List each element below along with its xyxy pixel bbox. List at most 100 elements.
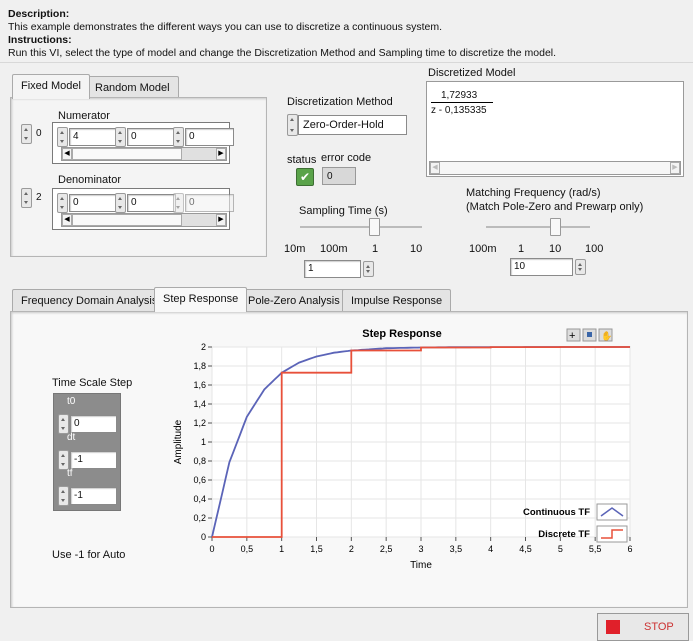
y-tick-label: 1,4 (193, 399, 206, 409)
magnifier-icon (587, 332, 592, 337)
matching-frequency-input[interactable]: 10 (509, 258, 586, 276)
denominator-index[interactable]: 2 (21, 188, 46, 208)
matching-frequency-slider-thumb[interactable] (550, 218, 561, 236)
numerator-array: 4 0 0 ◀ ▶ (52, 122, 234, 164)
tab-impulse-response[interactable]: Impulse Response (342, 289, 452, 312)
x-tick-label: 1,5 (310, 544, 323, 554)
stop-button[interactable]: STOP (597, 613, 689, 641)
crosshair-icon: + (569, 330, 575, 342)
t0-label: t0 (67, 396, 76, 407)
error-code-label: error code (321, 152, 372, 164)
tab-random-model[interactable]: Random Model (86, 76, 179, 99)
description-block: Description: This example demonstrates t… (8, 8, 688, 60)
description-label: Description (8, 8, 66, 20)
numerator-scrollbar[interactable]: ◀ ▶ (61, 147, 227, 161)
mf-tick-1: 1 (518, 243, 525, 255)
graph-palette[interactable]: + ✋ (566, 328, 613, 342)
chart-title: Step Response (362, 328, 441, 340)
y-tick-label: 1,6 (193, 380, 206, 390)
matching-frequency-label: Matching Frequency (rad/s) (466, 187, 601, 199)
discretization-method-ring[interactable]: Zero-Order-Hold (287, 114, 407, 136)
tab-step-response[interactable]: Step Response (154, 287, 248, 312)
t0-input[interactable]: 0 (58, 414, 117, 434)
denominator-label: Denominator (58, 174, 121, 186)
status-check-icon: ✔ (296, 168, 314, 186)
mf-tick-2: 10 (549, 243, 562, 255)
description-text: This example demonstrates the different … (8, 21, 443, 33)
sampling-time-label: Sampling Time (s) (299, 205, 388, 217)
x-tick-label: 3 (418, 544, 423, 554)
legend-continuous-label: Continuous TF (523, 507, 590, 518)
numerator-index[interactable]: 0 (21, 124, 46, 144)
y-tick-label: 1 (201, 437, 206, 447)
x-tick-label: 4 (488, 544, 493, 554)
x-tick-label: 0 (209, 544, 214, 554)
y-tick-label: 0,8 (193, 456, 206, 466)
sampling-time-track[interactable] (300, 226, 422, 228)
step-response-chart: Step Response + ✋ 0 0,2 0,4 0,6 0,8 1 1,2 1,4 1,… (173, 328, 633, 571)
sampling-time-slider-thumb[interactable] (369, 218, 380, 236)
instructions-text: Run this VI, select the type of model an… (8, 47, 557, 59)
numerator-element-0[interactable]: 4 (57, 127, 118, 147)
x-tick-label: 4,5 (519, 544, 532, 554)
index-stepper-icon[interactable] (21, 188, 32, 208)
y-tick-label: 1,8 (193, 361, 206, 371)
st-tick-2: 1 (372, 243, 379, 255)
y-axis-label: Amplitude (173, 419, 184, 464)
numerator-element-1[interactable]: 0 (115, 127, 176, 147)
fraction-line (431, 102, 493, 103)
x-tick-label: 1 (279, 544, 284, 554)
tab-fixed-model[interactable]: Fixed Model (12, 74, 90, 99)
x-tick-label: 5 (558, 544, 563, 554)
x-tick-label: 0,5 (241, 544, 254, 554)
tab-pole-zero-analysis[interactable]: Pole-Zero Analysis (239, 289, 349, 312)
numerator-element-2[interactable]: 0 (173, 127, 234, 147)
y-tick-label: 0 (201, 532, 206, 542)
x-tick-label: 2,5 (380, 544, 393, 554)
matching-frequency-sublabel: (Match Pole-Zero and Prewarp only) (466, 201, 644, 213)
st-tick-3: 10 (410, 243, 423, 255)
st-tick-1: 100m (320, 243, 348, 255)
denominator-scrollbar[interactable]: ◀ ▶ (61, 213, 227, 227)
legend-continuous-swatch (596, 503, 628, 521)
matching-frequency-track[interactable] (486, 226, 590, 228)
mf-tick-3: 100 (585, 243, 604, 255)
discretized-model-label: Discretized Model (428, 67, 516, 79)
y-tick-labels: 0 0,2 0,4 0,6 0,8 1 1,2 1,4 1,6 1,8 2 (193, 342, 212, 542)
dt-label: dt (67, 432, 76, 443)
tf-numerator: 1,72933 (441, 90, 478, 101)
status-label: status (287, 154, 317, 166)
time-scale-cluster: t0 0 dt -1 tf -1 (53, 393, 121, 511)
x-axis-label: Time (410, 560, 432, 571)
tf-input[interactable]: -1 (58, 486, 117, 506)
discretization-method-label: Discretization Method (287, 96, 393, 108)
tf-scrollbar[interactable]: ◀ ▶ (429, 161, 681, 175)
tab-frequency-domain-analysis[interactable]: Frequency Domain Analysis (12, 289, 167, 312)
dt-input[interactable]: -1 (58, 450, 117, 470)
denominator-array: 0 0 0 ◀ ▶ (52, 188, 234, 230)
y-tick-label: 0,2 (193, 513, 206, 523)
model-panel (10, 97, 267, 257)
y-tick-label: 2 (201, 342, 206, 352)
x-tick-label: 2 (349, 544, 354, 554)
error-code-value: 0 (322, 167, 356, 185)
denominator-element-1[interactable]: 0 (115, 193, 176, 213)
mf-tick-0: 100m (469, 243, 497, 255)
x-tick-label: 3,5 (450, 544, 463, 554)
index-stepper-icon[interactable] (21, 124, 32, 144)
numerator-label: Numerator (58, 110, 110, 122)
y-tick-label: 0,6 (193, 475, 206, 485)
sampling-time-input[interactable]: 1 (303, 260, 374, 278)
x-tick-label: 5,5 (589, 544, 602, 554)
auto-note: Use -1 for Auto (52, 549, 126, 561)
y-tick-label: 0,4 (193, 494, 206, 504)
instructions-label: Instructions (8, 34, 69, 46)
denominator-element-0[interactable]: 0 (57, 193, 118, 213)
legend-discrete-label: Discrete TF (538, 529, 590, 540)
tf-denominator: z - 0,135335 (431, 105, 487, 116)
denominator-element-2[interactable]: 0 (173, 193, 234, 213)
stop-label: STOP (644, 621, 674, 633)
x-tick-label: 6 (627, 544, 632, 554)
ring-stepper-icon[interactable] (287, 114, 298, 136)
divider (0, 62, 693, 63)
